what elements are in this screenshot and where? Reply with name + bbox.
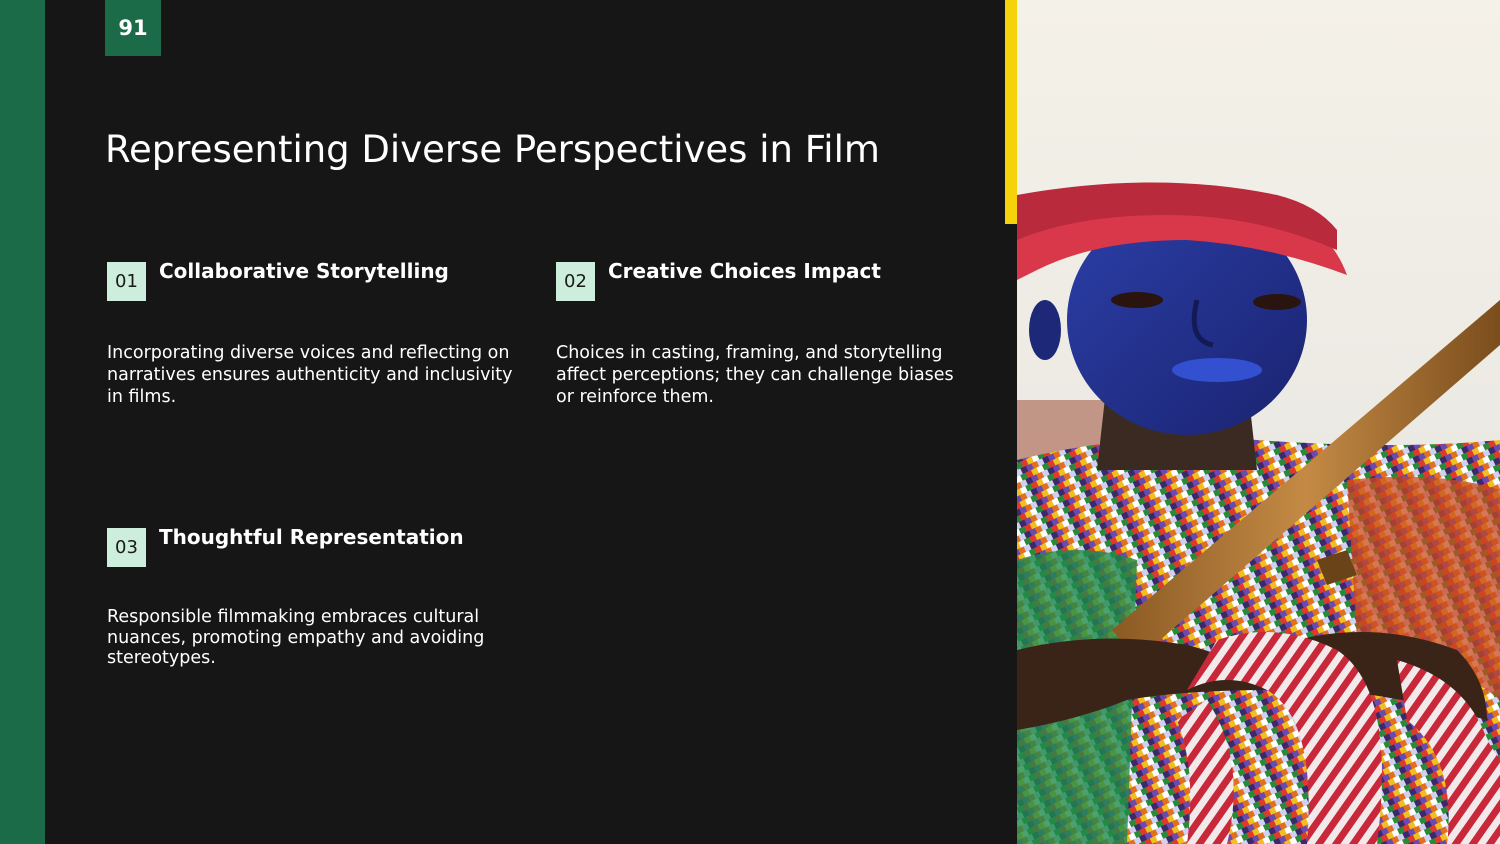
item-description: Choices in casting, framing, and storyte…	[556, 343, 954, 407]
item-title: Thoughtful Representation	[159, 525, 464, 549]
item-title: Collaborative Storytelling	[159, 259, 449, 283]
item-description: Incorporating diverse voices and reflect…	[107, 343, 513, 407]
yellow-accent-bar	[1005, 0, 1017, 224]
item-title: Creative Choices Impact	[608, 259, 881, 283]
slide-title: Representing Diverse Perspectives in Fil…	[105, 128, 880, 171]
portrait-illustration	[1017, 0, 1500, 844]
item-number: 01	[107, 262, 146, 301]
portrait-photo	[1017, 0, 1500, 844]
page-number-badge: 91	[105, 0, 161, 56]
item-number: 02	[556, 262, 595, 301]
left-accent-bar	[0, 0, 45, 844]
item-number: 03	[107, 528, 146, 567]
slide: 91 Representing Diverse Perspectives in …	[0, 0, 1500, 844]
item-description: Responsible filmmaking embraces cultural…	[107, 607, 485, 668]
